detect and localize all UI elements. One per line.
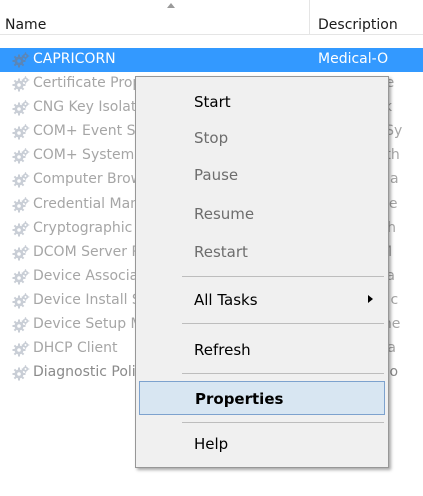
menu-item-label: Start	[194, 93, 231, 111]
menu-item-all-tasks[interactable]: All Tasks	[139, 283, 385, 317]
menu-item-label: Help	[194, 435, 229, 453]
menu-separator	[182, 373, 384, 374]
gear-service-icon	[12, 268, 30, 286]
menu-separator	[182, 422, 384, 423]
description-column-header[interactable]: Description	[318, 17, 398, 33]
menu-item-label: Stop	[194, 129, 229, 147]
gear-service-icon	[12, 51, 30, 69]
gear-service-icon	[12, 244, 30, 262]
menu-item-help[interactable]: Help	[139, 427, 385, 461]
menu-item-resume[interactable]: Resume	[139, 197, 385, 231]
gear-service-icon	[12, 316, 30, 334]
gear-service-icon	[12, 364, 30, 382]
name-column-header[interactable]: Name	[4, 0, 310, 34]
gear-service-icon	[12, 292, 30, 310]
menu-item-label: Restart	[194, 243, 248, 261]
gear-service-icon	[12, 171, 30, 189]
sort-ascending-icon	[167, 3, 175, 8]
gear-service-icon	[12, 340, 30, 358]
service-name: CAPRICORN	[33, 51, 116, 67]
gear-service-icon	[12, 147, 30, 165]
service-description: Medical-O	[318, 51, 389, 67]
gear-service-icon	[12, 75, 30, 93]
menu-item-refresh[interactable]: Refresh	[139, 333, 385, 367]
menu-item-start[interactable]: Start	[139, 85, 385, 119]
gear-service-icon	[12, 220, 30, 238]
context-menu: Start Stop Pause Resume Restart All Task…	[135, 76, 389, 468]
service-row[interactable]: CAPRICORN Medical-O	[0, 48, 423, 73]
name-column-label: Name	[5, 17, 47, 33]
menu-item-label: Properties	[195, 390, 284, 408]
menu-item-pause[interactable]: Pause	[139, 158, 385, 192]
menu-item-restart[interactable]: Restart	[139, 235, 385, 269]
menu-item-label: All Tasks	[194, 291, 258, 309]
gear-service-icon	[12, 196, 30, 214]
menu-item-properties[interactable]: Properties	[139, 381, 385, 415]
column-header: Name Description	[0, 0, 423, 35]
menu-item-label: Pause	[194, 166, 239, 184]
submenu-arrow-icon	[368, 295, 373, 303]
menu-separator	[182, 323, 384, 324]
gear-service-icon	[12, 99, 30, 117]
gear-service-icon	[12, 123, 30, 141]
menu-item-label: Refresh	[194, 341, 251, 359]
menu-item-label: Resume	[194, 205, 255, 223]
menu-item-stop[interactable]: Stop	[139, 121, 385, 155]
menu-separator	[182, 276, 384, 277]
